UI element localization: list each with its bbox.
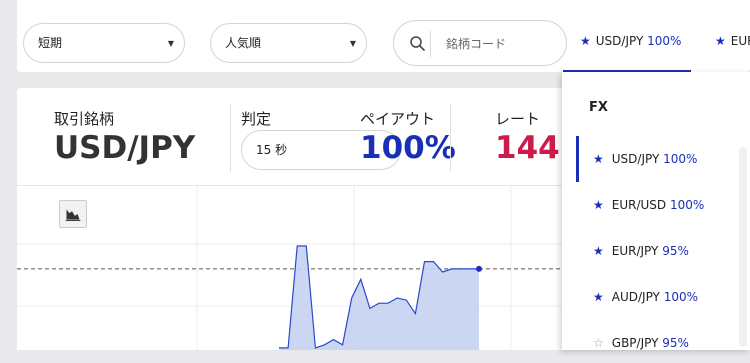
dropdown-item-aud-jpy[interactable]: ★ AUD/JPY 100%: [593, 277, 750, 317]
search-divider: [430, 31, 431, 57]
search-icon[interactable]: [408, 34, 428, 54]
payout-label: ペイアウト: [360, 110, 436, 128]
dropdown-item-gbp-jpy[interactable]: ☆ GBP/JPY 95%: [593, 323, 750, 363]
star-outline-icon[interactable]: ☆: [593, 336, 604, 350]
search-input[interactable]: [446, 33, 556, 55]
chevron-down-icon: ▼: [349, 39, 356, 48]
tab-payout: 100%: [647, 34, 682, 48]
current-price-point: [476, 265, 482, 272]
item-pair: GBP/JPY: [611, 336, 659, 350]
active-item-indicator: [576, 136, 579, 182]
star-icon[interactable]: ★: [593, 244, 604, 258]
dropdown-category: FX: [589, 100, 608, 115]
area-chart-icon: [65, 209, 81, 221]
pair-dropdown: FX ★ USD/JPY 100% ★ EUR/USD 100% ★ EUR/JPY …: [562, 72, 750, 350]
judge-label: 判定: [241, 110, 272, 128]
item-pair: EUR/USD: [611, 198, 667, 212]
filter-bar: 短期 ▼ 人気順 ▼ ★ USD/JPY 100% ★ EUR: [17, 0, 750, 72]
item-pair: USD/JPY: [611, 152, 660, 166]
item-payout: 100%: [663, 290, 699, 304]
tab-usd-jpy[interactable]: ★ USD/JPY 100%: [580, 34, 681, 48]
period-select[interactable]: 短期 ▼: [23, 23, 185, 63]
chart-type-button[interactable]: [59, 200, 87, 228]
dropdown-item-eur-jpy[interactable]: ★ EUR/JPY 95%: [593, 231, 750, 271]
price-area: [279, 246, 479, 350]
search-box[interactable]: [393, 20, 567, 66]
period-select-value: 短期: [38, 36, 63, 50]
tab-pair: USD/JPY: [595, 34, 644, 48]
chevron-down-icon: ▼: [167, 39, 174, 48]
item-payout: 100%: [663, 152, 698, 166]
sort-select[interactable]: 人気順 ▼: [210, 23, 367, 63]
pair-label: 取引銘柄: [54, 110, 115, 128]
dropdown-item-usd-jpy[interactable]: ★ USD/JPY 100%: [593, 139, 750, 179]
duration-value: 15 秒: [256, 143, 288, 157]
payout-value: 100%: [360, 130, 456, 166]
star-icon[interactable]: ★: [593, 198, 604, 212]
rate-label: レート: [495, 110, 541, 128]
item-pair: EUR/JPY: [611, 244, 659, 258]
item-payout: 100%: [669, 198, 705, 212]
star-icon: ★: [715, 34, 726, 48]
tab-pair: EUR: [730, 34, 750, 48]
item-payout: 95%: [662, 336, 689, 350]
star-icon[interactable]: ★: [593, 290, 604, 304]
star-icon[interactable]: ★: [593, 152, 604, 166]
item-pair: AUD/JPY: [611, 290, 660, 304]
divider: [450, 104, 451, 172]
item-payout: 95%: [662, 244, 689, 258]
star-icon: ★: [580, 34, 591, 48]
tab-eur[interactable]: ★ EUR: [715, 34, 750, 48]
sort-select-value: 人気順: [225, 36, 262, 50]
pair-value: USD/JPY: [54, 130, 196, 166]
divider: [230, 104, 231, 172]
dropdown-item-eur-usd[interactable]: ★ EUR/USD 100%: [593, 185, 750, 225]
